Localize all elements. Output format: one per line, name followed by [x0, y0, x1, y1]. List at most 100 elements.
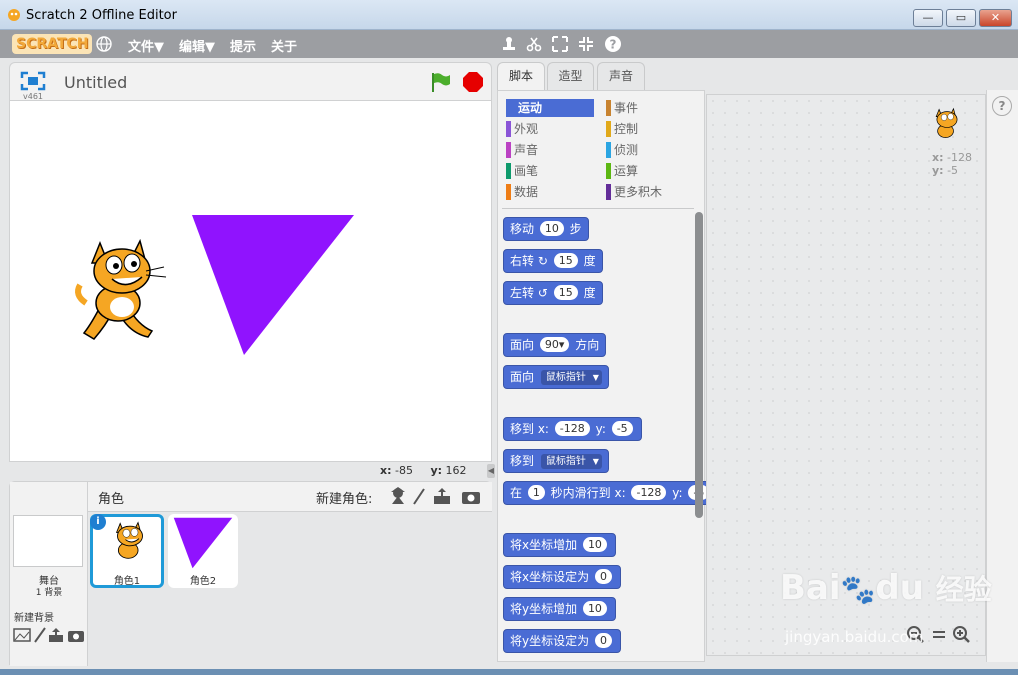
menu-file[interactable]: 文件▼ [128, 36, 164, 55]
block-change-x-input[interactable]: 10 [582, 537, 607, 552]
stage-canvas[interactable] [9, 100, 492, 462]
category-control[interactable]: 控制 [606, 120, 694, 138]
block-turn-left-label: 左转 [510, 286, 535, 300]
close-button[interactable]: ✕ [979, 9, 1012, 27]
block-move-steps-input[interactable]: 10 [539, 221, 564, 236]
block-turn-right-input[interactable]: 15 [553, 253, 578, 268]
watermark-cn: 经验 [935, 573, 992, 606]
category-events[interactable]: 事件 [606, 99, 694, 117]
category-more-blocks[interactable]: 更多积木 [606, 183, 694, 201]
block-point-in-direction[interactable]: 面向 90▾ 方向 [503, 333, 607, 357]
upload-sprite-icon[interactable] [434, 488, 450, 504]
block-turn-left[interactable]: 左转 ↺ 15 度 [503, 281, 603, 305]
sprite-y-value: -5 [947, 164, 959, 177]
block-set-y[interactable]: 将y坐标设定为 0 [503, 629, 621, 653]
upload-icon[interactable] [49, 628, 63, 642]
more-blocks-color-bar [606, 184, 611, 200]
palette-scrollbar[interactable] [695, 212, 703, 518]
current-sprite-cat-icon [935, 107, 958, 138]
block-change-y-input[interactable]: 10 [582, 601, 607, 616]
triangle-sprite-on-stage[interactable] [190, 213, 356, 357]
block-point-dir-input[interactable]: 90▾ [539, 337, 570, 352]
paint-brush-icon[interactable] [34, 627, 46, 643]
triangle-sprite-thumbnail [173, 517, 233, 569]
stop-sign-icon[interactable] [462, 71, 484, 93]
zoom-reset-icon[interactable] [933, 631, 945, 638]
stage-thumbnail[interactable] [13, 515, 83, 567]
menu-tips[interactable]: 提示 [230, 36, 256, 55]
sprite-name-2: 角色2 [189, 576, 217, 587]
block-move-steps[interactable]: 移动 10 步 [503, 217, 589, 241]
block-go-to[interactable]: 移到 鼠标指针 [503, 449, 609, 473]
y-label: y: [430, 464, 443, 477]
help-icon[interactable]: ? [604, 35, 622, 53]
camera-sprite-icon[interactable] [462, 492, 480, 504]
sprite-tile-1[interactable]: i 角色1 [90, 514, 164, 588]
sprite-library-icon[interactable] [391, 487, 405, 504]
watermark-url: jingyan.baidu.com [785, 628, 924, 646]
block-change-x[interactable]: 将x坐标增加 10 [503, 533, 616, 557]
tab-scripts[interactable]: 脚本 [497, 62, 545, 91]
project-title[interactable]: Untitled [64, 73, 127, 92]
block-turn-right-suffix: 度 [583, 254, 596, 268]
block-help-icon[interactable]: ? [992, 96, 1012, 116]
green-flag-icon[interactable] [429, 71, 453, 93]
block-point-towards-dropdown[interactable]: 鼠标指针 [540, 370, 602, 385]
paint-backdrop-library-icon[interactable] [13, 628, 31, 642]
grow-icon[interactable] [551, 35, 569, 53]
block-glide-secs-input[interactable]: 1 [527, 485, 545, 500]
delete-scissors-icon[interactable] [525, 35, 543, 53]
menu-edit[interactable]: 编辑▼ [179, 36, 215, 55]
stage-mouse-coords: x: -85 y: 162 [380, 464, 467, 477]
language-globe-icon[interactable] [96, 36, 112, 52]
cat-sprite-thumbnail [115, 521, 143, 559]
tab-sounds[interactable]: 声音 [597, 62, 645, 90]
block-set-x-input[interactable]: 0 [594, 569, 612, 584]
category-looks[interactable]: 外观 [506, 120, 594, 138]
minimize-button[interactable]: — [913, 9, 943, 27]
sprite-info-icon[interactable]: i [90, 514, 106, 530]
collapse-stage-arrow-icon[interactable]: ◀ [487, 464, 495, 478]
block-glide-x-input[interactable]: -128 [631, 485, 667, 500]
category-operators[interactable]: 运算 [606, 162, 694, 180]
tab-costumes[interactable]: 造型 [547, 62, 594, 90]
zoom-in-icon[interactable] [953, 626, 970, 643]
category-sensing[interactable]: 侦测 [606, 141, 694, 159]
duplicate-stamp-icon[interactable] [500, 35, 518, 53]
block-set-y-input[interactable]: 0 [594, 633, 612, 648]
block-turn-left-input[interactable]: 15 [553, 285, 578, 300]
block-glide-mid: 秒内滑行到 x: [550, 486, 626, 500]
block-glide[interactable]: 在 1 秒内滑行到 x: -128 y: -5 [503, 481, 707, 505]
category-motion[interactable]: 运动 [506, 99, 594, 117]
cat-sprite-on-stage[interactable] [72, 233, 172, 345]
block-set-x-label: 将x坐标设定为 [510, 570, 590, 584]
category-control-label: 控制 [614, 122, 639, 136]
block-go-to-xy[interactable]: 移到 x: -128 y: -5 [503, 417, 642, 441]
maximize-button[interactable]: ▭ [946, 9, 976, 27]
block-goto-xy-label: 移到 x: [510, 422, 549, 436]
category-sound[interactable]: 声音 [506, 141, 594, 159]
block-goto-x-input[interactable]: -128 [554, 421, 590, 436]
baidu-watermark: Bai🐾du 经验 [780, 568, 992, 608]
fullscreen-icon[interactable] [20, 71, 46, 91]
category-pen-label: 画笔 [514, 164, 539, 178]
block-goto-dropdown[interactable]: 鼠标指针 [540, 454, 602, 469]
sprite-tile-2[interactable]: 角色2 [168, 514, 238, 588]
shrink-icon[interactable] [577, 35, 595, 53]
control-color-bar [606, 121, 611, 137]
category-pen[interactable]: 画笔 [506, 162, 594, 180]
camera-icon[interactable] [68, 631, 84, 642]
mouse-y-value: 162 [445, 464, 467, 477]
scratch-logo[interactable]: SCRATCH [12, 34, 93, 54]
category-operators-label: 运算 [614, 164, 639, 178]
block-point-towards[interactable]: 面向 鼠标指针 [503, 365, 609, 389]
block-goto-y-input[interactable]: -5 [611, 421, 633, 436]
block-turn-right[interactable]: 右转 ↻ 15 度 [503, 249, 603, 273]
paint-new-sprite-icon[interactable] [413, 488, 425, 505]
category-data[interactable]: 数据 [506, 183, 594, 201]
window-title: Scratch 2 Offline Editor [26, 8, 177, 23]
block-set-x[interactable]: 将x坐标设定为 0 [503, 565, 621, 589]
sprite-list: i 角色1 角色2 [88, 512, 492, 666]
block-change-y[interactable]: 将y坐标增加 10 [503, 597, 616, 621]
menu-about[interactable]: 关于 [271, 36, 297, 55]
